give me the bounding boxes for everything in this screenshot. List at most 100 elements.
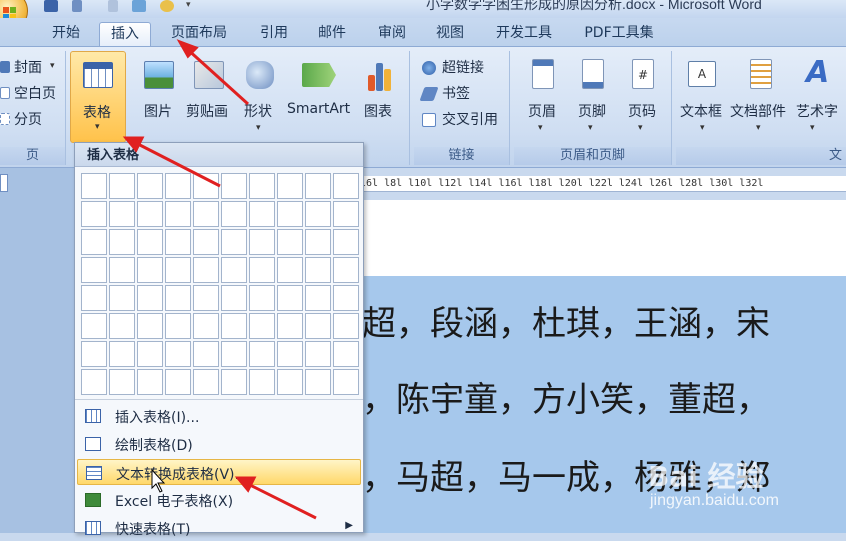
spellcheck-icon[interactable] bbox=[160, 0, 174, 12]
tab-review[interactable]: 审阅 bbox=[366, 22, 418, 46]
table-grid-cell[interactable] bbox=[137, 257, 163, 283]
tab-developer[interactable]: 开发工具 bbox=[484, 22, 564, 46]
table-grid-cell[interactable] bbox=[249, 173, 275, 199]
tab-insert[interactable]: 插入 bbox=[99, 22, 151, 46]
table-grid-cell[interactable] bbox=[109, 285, 135, 311]
table-grid-cell[interactable] bbox=[193, 173, 219, 199]
table-grid-cell[interactable] bbox=[165, 369, 191, 395]
table-grid-cell[interactable] bbox=[333, 257, 359, 283]
table-grid-cell[interactable] bbox=[249, 229, 275, 255]
table-grid-cell[interactable] bbox=[109, 201, 135, 227]
table-grid-cell[interactable] bbox=[193, 229, 219, 255]
table-grid-cell[interactable] bbox=[81, 201, 107, 227]
table-grid-cell[interactable] bbox=[333, 173, 359, 199]
table-grid-cell[interactable] bbox=[277, 229, 303, 255]
table-grid-cell[interactable] bbox=[249, 313, 275, 339]
table-grid-cell[interactable] bbox=[221, 369, 247, 395]
table-grid-cell[interactable] bbox=[165, 229, 191, 255]
cover-button[interactable]: 封面 bbox=[14, 57, 42, 77]
tab-home[interactable]: 开始 bbox=[40, 22, 92, 46]
table-grid-cell[interactable] bbox=[305, 285, 331, 311]
convert-text-to-table-menu-item[interactable]: 文本转换成表格(V)... bbox=[77, 459, 361, 485]
table-grid-cell[interactable] bbox=[277, 201, 303, 227]
table-grid-cell[interactable] bbox=[333, 341, 359, 367]
table-grid-cell[interactable] bbox=[249, 257, 275, 283]
table-grid-cell[interactable] bbox=[81, 229, 107, 255]
table-grid-cell[interactable] bbox=[81, 313, 107, 339]
table-grid-cell[interactable] bbox=[137, 229, 163, 255]
table-grid-cell[interactable] bbox=[137, 341, 163, 367]
table-grid-cell[interactable] bbox=[165, 285, 191, 311]
table-grid-cell[interactable] bbox=[249, 341, 275, 367]
table-grid-cell[interactable] bbox=[109, 173, 135, 199]
table-grid-cell[interactable] bbox=[109, 257, 135, 283]
table-grid-cell[interactable] bbox=[221, 257, 247, 283]
tab-view[interactable]: 视图 bbox=[424, 22, 476, 46]
table-grid-cell[interactable] bbox=[221, 313, 247, 339]
table-grid-cell[interactable] bbox=[305, 257, 331, 283]
table-grid-cell[interactable] bbox=[277, 285, 303, 311]
table-grid-cell[interactable] bbox=[81, 285, 107, 311]
save-icon[interactable] bbox=[44, 0, 58, 12]
undo-icon[interactable] bbox=[72, 0, 82, 12]
table-grid-cell[interactable] bbox=[193, 257, 219, 283]
ruler-toggle-icon[interactable] bbox=[0, 174, 8, 192]
quick-tables-menu-item[interactable]: 快速表格(T) ▶ bbox=[77, 515, 361, 541]
document-line[interactable]: ，陈宇童，方小笑，董超， bbox=[362, 372, 770, 421]
table-grid-cell[interactable] bbox=[221, 285, 247, 311]
table-grid-cell[interactable] bbox=[333, 285, 359, 311]
table-grid-cell[interactable] bbox=[305, 173, 331, 199]
table-grid-cell[interactable] bbox=[193, 201, 219, 227]
table-grid-cell[interactable] bbox=[137, 173, 163, 199]
table-grid-cell[interactable] bbox=[305, 313, 331, 339]
insert-table-menu-item[interactable]: 插入表格(I)... bbox=[77, 403, 361, 429]
table-grid-cell[interactable] bbox=[193, 313, 219, 339]
table-grid-cell[interactable] bbox=[165, 341, 191, 367]
table-grid-cell[interactable] bbox=[81, 173, 107, 199]
table-grid-cell[interactable] bbox=[249, 285, 275, 311]
table-grid-cell[interactable] bbox=[305, 201, 331, 227]
table-grid-cell[interactable] bbox=[333, 229, 359, 255]
table-grid-cell[interactable] bbox=[165, 173, 191, 199]
table-grid-cell[interactable] bbox=[249, 369, 275, 395]
table-grid-cell[interactable] bbox=[109, 229, 135, 255]
redo-icon[interactable] bbox=[108, 0, 118, 12]
table-grid-cell[interactable] bbox=[277, 313, 303, 339]
table-grid-cell[interactable] bbox=[81, 369, 107, 395]
tab-references[interactable]: 引用 bbox=[248, 22, 300, 46]
draw-table-menu-item[interactable]: 绘制表格(D) bbox=[77, 431, 361, 457]
table-grid-cell[interactable] bbox=[81, 341, 107, 367]
blank-page-button[interactable]: 空白页 bbox=[14, 83, 56, 103]
table-grid-cell[interactable] bbox=[109, 369, 135, 395]
table-grid-cell[interactable] bbox=[221, 201, 247, 227]
table-grid-cell[interactable] bbox=[333, 369, 359, 395]
table-grid-cell[interactable] bbox=[193, 285, 219, 311]
table-grid-cell[interactable] bbox=[221, 229, 247, 255]
table-grid-cell[interactable] bbox=[137, 201, 163, 227]
table-grid-cell[interactable] bbox=[277, 341, 303, 367]
table-grid-cell[interactable] bbox=[277, 173, 303, 199]
table-grid-cell[interactable] bbox=[305, 229, 331, 255]
table-grid-cell[interactable] bbox=[249, 201, 275, 227]
tab-page-layout[interactable]: 页面布局 bbox=[158, 22, 240, 46]
table-grid-cell[interactable] bbox=[333, 201, 359, 227]
table-grid-cell[interactable] bbox=[305, 341, 331, 367]
table-grid-cell[interactable] bbox=[305, 369, 331, 395]
qat-customize-icon[interactable]: ▾ bbox=[186, 0, 194, 12]
table-grid-cell[interactable] bbox=[137, 313, 163, 339]
table-grid-cell[interactable] bbox=[165, 201, 191, 227]
table-grid-cell[interactable] bbox=[221, 341, 247, 367]
table-grid-cell[interactable] bbox=[109, 313, 135, 339]
page-break-button[interactable]: 分页 bbox=[14, 109, 42, 129]
table-grid-cell[interactable] bbox=[109, 341, 135, 367]
table-grid-cell[interactable] bbox=[137, 285, 163, 311]
table-grid-cell[interactable] bbox=[221, 173, 247, 199]
excel-spreadsheet-menu-item[interactable]: Excel 电子表格(X) bbox=[77, 487, 361, 513]
print-preview-icon[interactable] bbox=[132, 0, 146, 12]
table-grid-cell[interactable] bbox=[277, 369, 303, 395]
table-button[interactable]: 表格 ▾ bbox=[70, 51, 126, 143]
horizontal-ruler[interactable]: l6l l8l l10l l12l l14l l16l l18l l20l l2… bbox=[360, 176, 846, 192]
table-grid-cell[interactable] bbox=[193, 341, 219, 367]
table-grid-cell[interactable] bbox=[165, 313, 191, 339]
table-grid-cell[interactable] bbox=[333, 313, 359, 339]
